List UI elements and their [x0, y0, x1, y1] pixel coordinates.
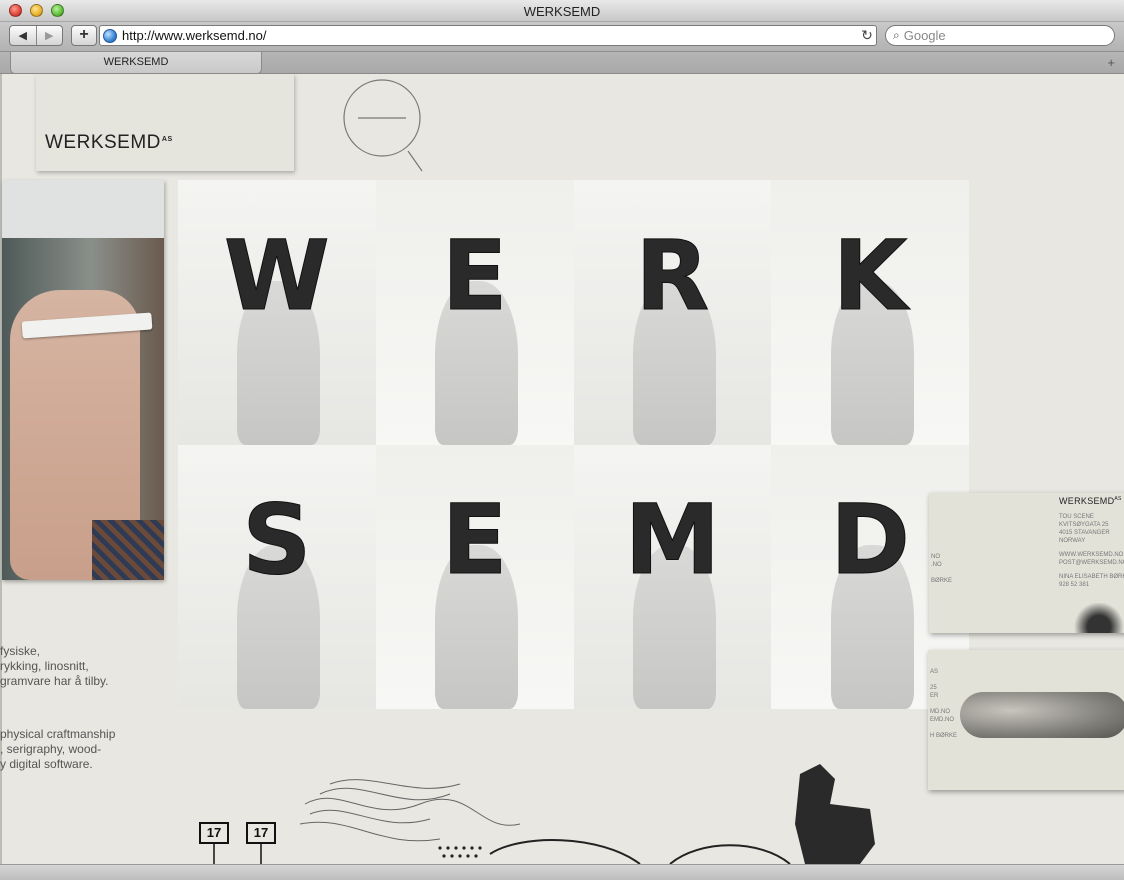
painted-letter: S: [242, 484, 312, 597]
forward-button[interactable]: ▶: [35, 26, 63, 45]
card-brand: WERKSEMDAS: [1059, 496, 1122, 506]
logo-suffix: AS: [161, 135, 173, 143]
card-address: TOU SCENE KVITSØYGATA 25 4015 STAVANGER …: [1059, 514, 1110, 544]
address-bar[interactable]: http://www.werksemd.no/ ↻: [99, 25, 877, 46]
letter-tile[interactable]: E: [375, 180, 574, 445]
letter-tile[interactable]: E: [375, 444, 574, 709]
reload-icon[interactable]: ↻: [858, 27, 876, 44]
search-input[interactable]: [903, 28, 1094, 43]
card-clipped-text: NO .NO BØRKE: [931, 554, 953, 584]
painted-letter: K: [832, 219, 908, 332]
globe-icon: [103, 28, 117, 43]
back-button[interactable]: ◀: [10, 26, 36, 45]
painted-letter: R: [635, 219, 710, 332]
search-icon[interactable]: ⌕: [893, 28, 900, 43]
painted-letter: W: [223, 219, 330, 332]
search-field[interactable]: ⌕: [885, 25, 1115, 46]
business-card-front[interactable]: WERKSEMDAS TOU SCENE KVITSØYGATA 25 4015…: [929, 493, 1124, 633]
new-tab-icon[interactable]: +: [1107, 55, 1115, 70]
letter-tile[interactable]: M: [573, 444, 772, 709]
painted-letter: E: [441, 219, 508, 332]
browser-toolbar: ◀ ▶ + http://www.werksemd.no/ ↻ ⌕: [0, 22, 1124, 51]
hand-letters-grid: W E R K S E M D: [178, 180, 969, 709]
window-title: WERKSEMD: [523, 4, 601, 19]
url-text[interactable]: http://www.werksemd.no/: [122, 28, 858, 43]
letter-tile[interactable]: K: [771, 180, 969, 445]
site-logo[interactable]: WERKSEMDAS: [45, 132, 173, 154]
sculpted-lettering-image: [960, 692, 1124, 738]
logo-name: WERKSEMD: [45, 132, 161, 153]
title-bar: WERKSEMD: [0, 0, 1124, 22]
painted-letter: M: [624, 484, 721, 597]
card-contact: NINA ELISABETH BØRKE 928 52 381: [1059, 574, 1124, 588]
logo-card[interactable]: WERKSEMDAS: [36, 74, 294, 171]
photo-background: [2, 180, 164, 238]
tab-bar: WERKSEMD +: [0, 51, 1124, 74]
card-brand-suffix: AS: [1114, 496, 1122, 502]
tab-werksemd[interactable]: WERKSEMD: [10, 52, 262, 74]
status-bar: [0, 864, 1124, 880]
page-content: WERKSEMDAS W E R K S E M D fysiske, rykk…: [0, 74, 1124, 864]
hand-with-pen-photo[interactable]: [2, 180, 164, 580]
nav-buttons: ◀ ▶: [9, 25, 63, 46]
photo-sleeve: [92, 520, 164, 580]
card-web: WWW.WERKSEMD.NO POST@WERKSEMD.NO: [1059, 552, 1124, 566]
letter-tile[interactable]: W: [178, 180, 376, 445]
magnifier-icon[interactable]: [342, 78, 424, 172]
page-number-box[interactable]: 17: [246, 822, 276, 844]
letter-tile[interactable]: R: [573, 180, 772, 445]
card-back-clipped-text: AS 25 ER MD.NO EMD.NO H BØRKE: [930, 669, 958, 739]
card-brand-name: WERKSEMD: [1059, 496, 1115, 506]
painted-letter: E: [441, 484, 508, 597]
sketch-illustration: [213, 764, 875, 864]
letter-tile[interactable]: S: [178, 444, 376, 709]
add-bookmark-button[interactable]: +: [71, 25, 97, 46]
intro-norwegian: fysiske, rykking, linosnitt, gramvare ha…: [0, 644, 109, 688]
page-number-box[interactable]: 17: [199, 822, 229, 844]
ink-splat: [1069, 603, 1124, 633]
